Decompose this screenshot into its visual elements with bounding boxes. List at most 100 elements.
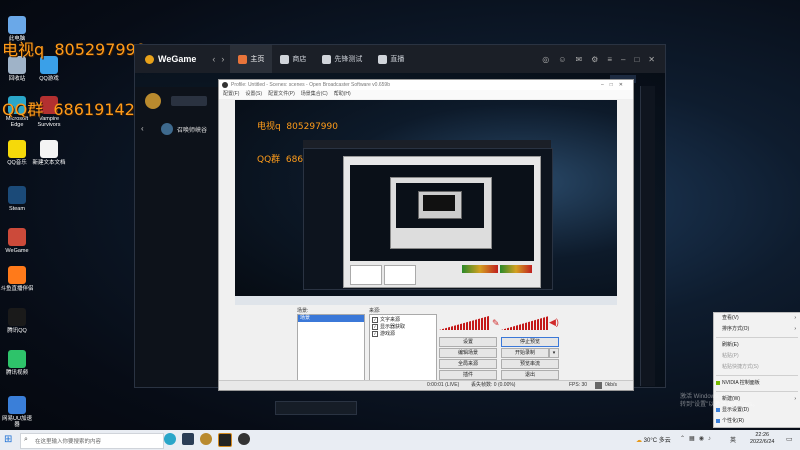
sources-list[interactable]: ✓ 文字来源 ✓ 显示器获取 ✓ 游戏源 xyxy=(369,314,437,388)
obs-menu-item[interactable]: 配置(F) xyxy=(223,91,239,97)
context-menu-item[interactable]: 个性化(R) xyxy=(714,416,800,427)
desktop-icon-uu-accelerator[interactable]: 网易UU加速器 xyxy=(0,396,34,428)
desktop-icon-steam[interactable]: Steam xyxy=(0,186,34,212)
taskbar-obs-icon[interactable] xyxy=(238,433,250,445)
activation-watermark: 激活 Windows 转到"设置"以激活 Windows。 xyxy=(680,393,758,409)
source-checkbox[interactable]: ✓ xyxy=(372,324,378,330)
wegame-tab-0[interactable]: 主页 xyxy=(230,45,273,73)
obs-window-controls[interactable]: –□✕ xyxy=(601,80,629,90)
scenes-list[interactable]: 场景 xyxy=(297,314,365,386)
obs-title-text: Profile: Untitled - Scenes: scenes - Ope… xyxy=(231,82,390,88)
global-sources-button[interactable]: 全局来源 xyxy=(439,359,497,369)
wegame-search-box[interactable] xyxy=(171,96,207,106)
settings-button[interactable]: 设置 xyxy=(439,337,497,347)
menu-icon[interactable]: ≡ xyxy=(607,55,612,64)
overlay-line-qq: 电视q 805297990 xyxy=(2,40,146,59)
home-icon xyxy=(238,54,248,64)
preview-taskbar xyxy=(235,296,617,305)
desktop-icon-text-file[interactable]: 新建文本文档 xyxy=(32,140,66,166)
settings-icon[interactable]: ⚙ xyxy=(591,55,598,64)
obs-menu-item[interactable]: 设置(S) xyxy=(245,91,262,97)
summoner-avatar[interactable] xyxy=(161,123,173,135)
preview-overlay-line-qq: 电视q 805297990 xyxy=(257,122,338,132)
search-placeholder: 在这里输入你要搜索的内容 xyxy=(35,439,102,445)
desktop-icon-label: 腾讯QQ xyxy=(7,328,27,334)
context-menu-item[interactable]: 查看(V) › xyxy=(714,313,800,324)
preview-nested-meter-left xyxy=(462,265,498,273)
wegame-window-controls: ◎ ☺ ✉ ⚙ ≡ – □ ✕ xyxy=(542,55,665,64)
source-item[interactable]: ✓ 游戏源 xyxy=(370,331,436,338)
taskbar-wegame-icon[interactable] xyxy=(218,433,232,447)
maximize-icon[interactable]: □ xyxy=(634,55,639,64)
exit-button[interactable]: 退出 xyxy=(501,370,559,380)
speaker-icon[interactable]: ◀) xyxy=(549,317,559,328)
wegame-tab-1[interactable]: 商店 xyxy=(272,45,314,73)
taskbar-lol-icon[interactable] xyxy=(200,433,212,445)
mic-volume-meter[interactable] xyxy=(439,316,489,330)
taskbar-search-box[interactable]: ⌕ 在这里输入你要搜索的内容 xyxy=(20,433,164,449)
personalize-icon xyxy=(716,419,720,423)
source-checkbox[interactable]: ✓ xyxy=(372,331,378,337)
windows-start-icon[interactable]: ⊞ xyxy=(4,435,12,445)
back-arrow-icon[interactable]: ‹ xyxy=(212,54,215,64)
obs-menu-item[interactable]: 帮助(H) xyxy=(334,91,351,97)
context-menu-label: 查看(V) xyxy=(722,315,739,321)
close-icon[interactable]: ✕ xyxy=(648,55,655,64)
taskbar-weather[interactable]: ☁ 30°C 多云 xyxy=(636,435,671,444)
source-item[interactable]: ✓ 文字来源 xyxy=(370,317,436,324)
obs-titlebar: Profile: Untitled - Scenes: scenes - Ope… xyxy=(219,80,633,90)
desktop-icon-label: WeGame xyxy=(5,248,29,254)
mic-icon[interactable]: ✎ xyxy=(492,318,500,329)
weather-icon: ☁ xyxy=(636,438,642,444)
notification-icon[interactable]: ▭ xyxy=(786,435,793,443)
obs-menu-item[interactable]: 场景集合(C) xyxy=(301,91,328,97)
wegame-tab-3[interactable]: 直播 xyxy=(370,45,412,73)
taskbar-task-view-icon[interactable] xyxy=(182,433,194,445)
forward-arrow-icon[interactable]: › xyxy=(221,54,224,64)
scene-item-selected[interactable]: 场景 xyxy=(298,315,364,322)
qq-music-icon xyxy=(8,140,26,158)
edit-scene-button[interactable]: 编辑场景 xyxy=(439,348,497,358)
obs-menu-item[interactable]: 配置文件(P) xyxy=(268,91,295,97)
wegame-tab-label: 先锋测试 xyxy=(334,56,363,63)
message-icon[interactable]: ✉ xyxy=(575,55,582,64)
desktop-volume-meter[interactable] xyxy=(501,316,549,330)
obs-status-bar: 0:00:01 (LIVE) 丢失帧数: 0 (0.00%) FPS: 30 0… xyxy=(219,380,633,390)
lol-logo-icon[interactable] xyxy=(145,93,161,109)
stop-preview-button[interactable]: 停止预览 xyxy=(501,337,559,347)
gamepad-icon[interactable]: ◎ xyxy=(542,55,549,64)
taskbar-edge-icon[interactable] xyxy=(164,433,176,445)
context-menu-item[interactable]: 刷新(E) xyxy=(714,340,800,351)
search-icon: ⌕ xyxy=(24,436,28,443)
ime-indicator[interactable]: 英 xyxy=(730,435,736,444)
friends-icon[interactable]: ☺ xyxy=(558,55,566,64)
obs-window: Profile: Untitled - Scenes: scenes - Ope… xyxy=(218,79,634,391)
minimize-icon[interactable]: – xyxy=(621,55,625,64)
context-menu-item[interactable]: NVIDIA 控制面板 xyxy=(714,378,800,389)
system-tray-icons[interactable]: ⌃▦◉♪ xyxy=(680,435,715,442)
desktop-icon-douyu[interactable]: 斗鱼直播伴侣 xyxy=(0,266,34,292)
nvidia-icon xyxy=(716,381,720,385)
wegame-logo-text: WeGame xyxy=(158,54,197,64)
source-checkbox[interactable]: ✓ xyxy=(372,317,378,323)
desktop-icon-qq[interactable]: 腾讯QQ xyxy=(0,308,34,334)
taskbar-clock[interactable]: 22:26 2022/6/24 xyxy=(750,432,774,446)
start-record-button[interactable]: 开始录制 xyxy=(501,348,549,358)
taskbar: ⊞ ⌕ 在这里输入你要搜索的内容 ☁ 30°C 多云 ⌃▦◉♪ 英 22:26 … xyxy=(0,430,800,450)
watermark-line1: 激活 Windows xyxy=(680,394,719,400)
desktop-icon-qq-music[interactable]: QQ音乐 xyxy=(0,140,34,166)
record-dropdown-button[interactable]: ▾ xyxy=(549,348,559,358)
context-menu-item[interactable]: 排序方式(O) › xyxy=(714,324,800,335)
test-icon xyxy=(322,54,332,64)
preview-stream-button[interactable]: 预览串流 xyxy=(501,359,559,369)
desktop-icon-wegame[interactable]: WeGame xyxy=(0,228,34,254)
qq-icon xyxy=(8,308,26,326)
plugins-button[interactable]: 插件 xyxy=(439,370,497,380)
preview-nested-obs-3 xyxy=(418,191,462,219)
wegame-back-arrow-icon[interactable]: ‹ xyxy=(141,124,144,133)
desktop-icon-tencent-video[interactable]: 腾讯视频 xyxy=(0,350,34,376)
source-item[interactable]: ✓ 显示器获取 xyxy=(370,324,436,331)
wegame-tab-2[interactable]: 先锋测试 xyxy=(314,45,370,73)
status-indicator-icon xyxy=(595,382,602,389)
context-menu-item: 粘贴(P) xyxy=(714,351,800,362)
